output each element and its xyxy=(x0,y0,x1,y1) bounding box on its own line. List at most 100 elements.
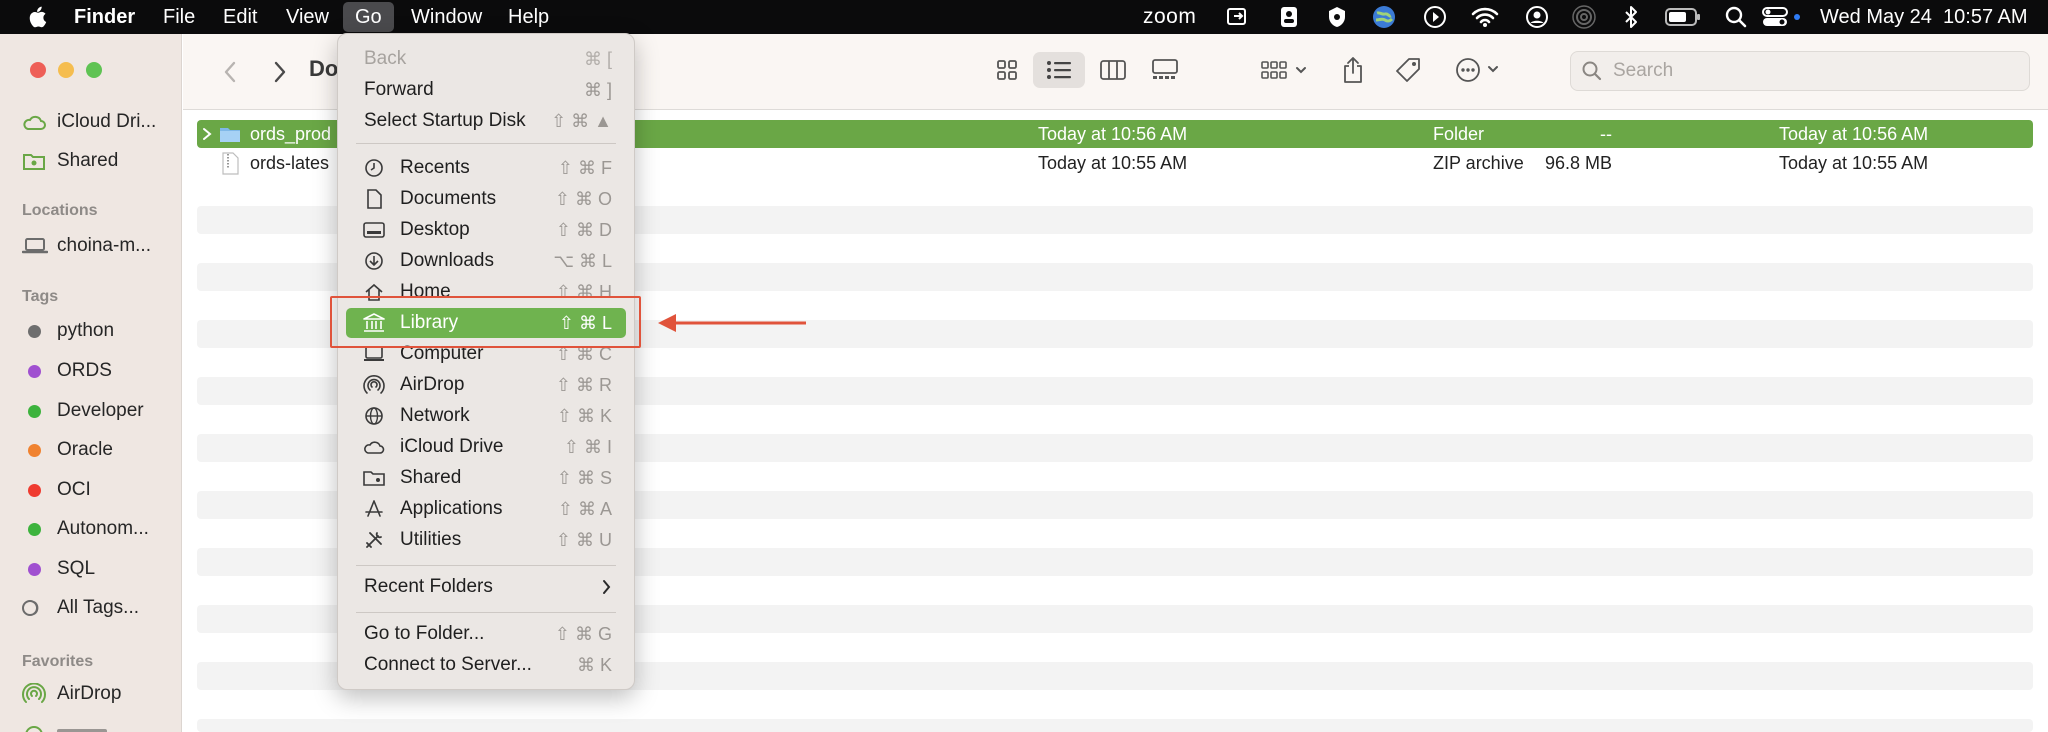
submenu-chevron-icon xyxy=(602,572,612,611)
menu-item-shortcut: ⇧ ⌘ G xyxy=(554,624,612,644)
cloud-icon xyxy=(362,436,386,458)
file-kind: ZIP archive xyxy=(1433,153,1524,173)
menu-item-downloads[interactable]: Downloads ⌥ ⌘ L xyxy=(346,246,626,276)
menu-item-airdrop[interactable]: AirDrop ⇧ ⌘ R xyxy=(346,370,626,400)
sidebar-all-tags[interactable]: All Tags... xyxy=(22,592,139,624)
sidebar-item-choina-mac[interactable]: choina-m... xyxy=(22,230,151,262)
search-input[interactable] xyxy=(1613,60,1993,82)
tags-button[interactable] xyxy=(1388,50,1428,90)
sidebar-tag-label: Autonom... xyxy=(57,518,149,539)
gallery-icon xyxy=(1152,59,1178,79)
zoom-status-item[interactable]: zoom xyxy=(1143,0,1196,34)
list-view-button[interactable] xyxy=(1033,52,1085,88)
file-name: ords-lates xyxy=(250,153,330,173)
control-center-icon[interactable] xyxy=(1762,0,1802,34)
menu-item-select-startup-disk[interactable]: Select Startup Disk ⇧ ⌘ ▲ xyxy=(346,106,626,136)
group-by-button[interactable] xyxy=(1256,52,1316,88)
globe-icon xyxy=(362,405,386,427)
menu-item-icloud-drive[interactable]: iCloud Drive ⇧ ⌘ I xyxy=(346,432,626,462)
chevron-right-icon xyxy=(274,61,286,83)
menu-edit[interactable]: Edit xyxy=(223,0,257,34)
menu-item-label: Downloads xyxy=(400,250,494,271)
bluetooth-icon[interactable] xyxy=(1620,0,1642,34)
sidebar-item-airdrop[interactable]: AirDrop xyxy=(22,678,121,710)
gallery-view-button[interactable] xyxy=(1143,52,1187,88)
menu-item-label: Recents xyxy=(400,157,470,178)
menu-item-shared[interactable]: Shared ⇧ ⌘ S xyxy=(346,463,626,493)
tag-icon xyxy=(1396,58,1420,82)
menu-separator xyxy=(356,565,616,566)
menu-item-go-to-folder[interactable]: Go to Folder... ⇧ ⌘ G xyxy=(346,619,626,649)
download-icon xyxy=(362,250,386,272)
menu-item-label: AirDrop xyxy=(400,374,465,395)
menu-item-connect-to-server[interactable]: Connect to Server... ⌘ K xyxy=(346,650,626,680)
search-field[interactable] xyxy=(1570,51,2030,91)
menu-view[interactable]: View xyxy=(286,0,329,34)
menu-item-recents[interactable]: Recents ⇧ ⌘ F xyxy=(346,153,626,183)
list-icon xyxy=(1047,61,1071,79)
menu-item-label: Recent Folders xyxy=(364,576,493,597)
zoom-window-button[interactable] xyxy=(86,62,102,78)
sidebar-item-icloud-drive[interactable]: iCloud Dri... xyxy=(22,106,156,138)
battery-icon[interactable] xyxy=(1663,0,1703,34)
menu-item-shortcut: ⇧ ⌘ O xyxy=(554,189,612,209)
tag-color-dot xyxy=(28,364,41,378)
menu-item-utilities[interactable]: Utilities ⇧ ⌘ U xyxy=(346,525,626,555)
menu-go[interactable]: Go xyxy=(343,2,394,32)
menu-item-network[interactable]: Network ⇧ ⌘ K xyxy=(346,401,626,431)
column-view-button[interactable] xyxy=(1091,52,1135,88)
airdrop-status-icon[interactable] xyxy=(1571,0,1597,34)
globe-app-icon[interactable] xyxy=(1371,0,1397,34)
menu-item-label: Utilities xyxy=(400,529,462,550)
menu-item-shortcut: ⇧ ⌘ I xyxy=(563,437,612,457)
forward-button[interactable] xyxy=(263,54,297,90)
menubar-clock[interactable]: Wed May 24 10:57 AM xyxy=(1820,0,2028,34)
user-account-icon[interactable] xyxy=(1524,0,1550,34)
id-badge-icon[interactable] xyxy=(1278,0,1300,34)
sidebar-tag-sql[interactable]: SQL xyxy=(22,553,95,585)
menu-item-label: Network xyxy=(400,405,470,426)
menu-item-applications[interactable]: Applications ⇧ ⌘ A xyxy=(346,494,626,524)
sidebar-item-shared[interactable]: Shared xyxy=(22,145,118,177)
menu-item-shortcut: ⌘ [ xyxy=(583,49,612,69)
menu-app-name[interactable]: Finder xyxy=(74,0,135,34)
play-circle-icon[interactable] xyxy=(1422,0,1448,34)
share-button[interactable] xyxy=(1333,50,1373,90)
sidebar-tag-oracle[interactable]: Oracle xyxy=(22,434,113,466)
menu-item-shortcut: ⇧ ⌘ U xyxy=(555,530,612,550)
menu-item-forward[interactable]: Forward ⌘ ] xyxy=(346,75,626,105)
sidebar-clipped-item xyxy=(22,722,112,732)
wifi-icon[interactable] xyxy=(1470,0,1500,34)
disclosure-triangle-icon[interactable] xyxy=(201,120,215,148)
menu-item-label: Desktop xyxy=(400,219,470,240)
file-date-modified: Today at 10:55 AM xyxy=(1038,153,1188,173)
apple-icon[interactable] xyxy=(26,0,48,34)
sidebar-tag-ords[interactable]: ORDS xyxy=(22,355,112,387)
sidebar-tag-autonomous[interactable]: Autonom... xyxy=(22,513,149,545)
menu-help[interactable]: Help xyxy=(508,0,549,34)
back-button[interactable] xyxy=(213,54,247,90)
menu-bar: Finder File Edit View Go Window Help zoo… xyxy=(0,0,2048,34)
menu-item-desktop[interactable]: Desktop ⇧ ⌘ D xyxy=(346,215,626,245)
screen-share-icon[interactable] xyxy=(1225,0,1251,34)
sidebar-tag-python[interactable]: python xyxy=(22,315,114,347)
document-icon xyxy=(362,188,386,210)
menu-item-recent-folders[interactable]: Recent Folders xyxy=(346,572,626,602)
minimize-window-button[interactable] xyxy=(58,62,74,78)
vpn-icon[interactable] xyxy=(1324,0,1350,34)
menu-item-label: Connect to Server... xyxy=(364,654,532,675)
sidebar-tag-developer[interactable]: Developer xyxy=(22,395,144,427)
menu-window[interactable]: Window xyxy=(411,0,482,34)
sidebar-tag-oci[interactable]: OCI xyxy=(22,474,91,506)
sidebar-tag-label: python xyxy=(57,320,115,341)
more-actions-button[interactable] xyxy=(1453,50,1509,90)
close-window-button[interactable] xyxy=(30,62,46,78)
spotlight-search-icon[interactable] xyxy=(1724,0,1748,34)
chevron-left-icon xyxy=(224,61,236,83)
menu-file[interactable]: File xyxy=(163,0,195,34)
icon-view-button[interactable] xyxy=(985,52,1029,88)
file-date-modified: Today at 10:56 AM xyxy=(1038,124,1188,144)
menu-item-documents[interactable]: Documents ⇧ ⌘ O xyxy=(346,184,626,214)
search-icon xyxy=(1582,61,1602,81)
shared-folder-icon xyxy=(22,149,48,173)
